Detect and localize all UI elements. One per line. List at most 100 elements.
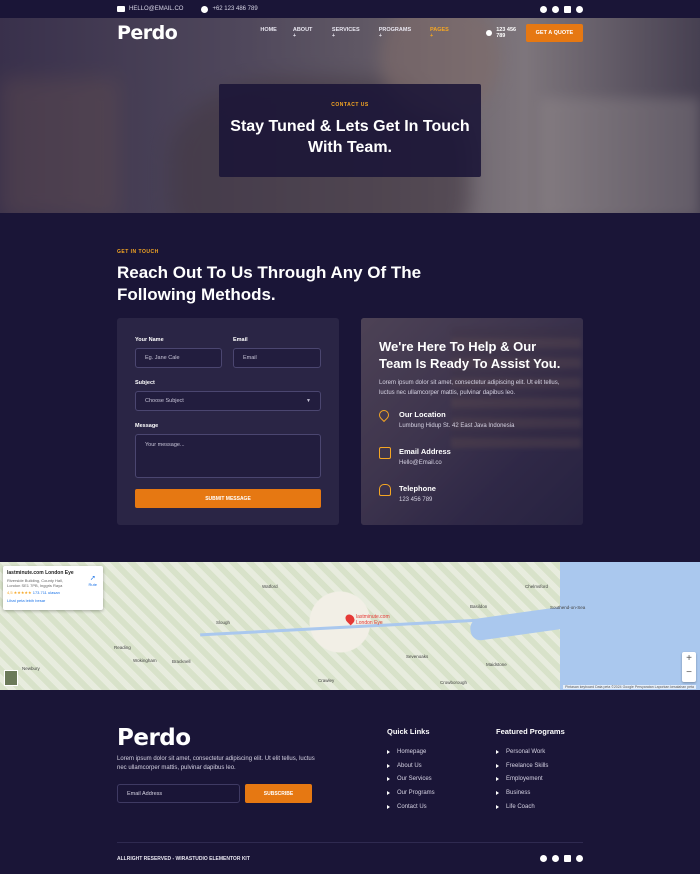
info-telephone-value[interactable]: 123 456 789 <box>399 497 432 503</box>
map-reviews-link[interactable]: 173.711 ulasan <box>33 590 60 595</box>
footer-link[interactable]: Business <box>496 786 565 800</box>
twitter-icon[interactable] <box>552 855 559 862</box>
logo[interactable]: Perdo <box>117 22 178 44</box>
footer-link[interactable]: Contact Us <box>387 800 435 814</box>
map-label: Slough <box>216 620 231 625</box>
email-label: Email <box>233 337 248 343</box>
submit-message-button[interactable]: SUBMIT MESSAGE <box>135 489 321 508</box>
subject-select[interactable]: Choose Subject ▼ <box>135 391 321 411</box>
name-placeholder: Eg. Jane Cale <box>145 355 180 361</box>
youtube-icon[interactable] <box>564 5 571 13</box>
caret-right-icon <box>387 790 390 795</box>
map-label: Crawley <box>318 678 335 683</box>
directions-icon: ➚ <box>89 575 96 582</box>
quick-links: Quick Links Homepage About Us Our Servic… <box>387 727 435 813</box>
pinterest-icon[interactable] <box>576 855 583 862</box>
map-label: Wokingham <box>133 658 157 663</box>
map-layer-toggle[interactable] <box>4 670 18 686</box>
map-zoom-controls: + − <box>682 652 696 682</box>
name-input[interactable]: Eg. Jane Cale <box>135 348 222 368</box>
newsletter-email-input[interactable]: Email Address <box>117 784 240 803</box>
footer-link-label: About Us <box>397 762 422 769</box>
facebook-icon[interactable] <box>540 5 547 13</box>
topbar-email[interactable]: HELLO@EMAIL.CO <box>117 6 183 12</box>
map-place-name: lastminute.com London Eye <box>7 570 74 576</box>
footer-link-label: Business <box>506 789 531 796</box>
featured-programs: Featured Programs Personal Work Freelanc… <box>496 727 565 813</box>
nav-item-home[interactable]: HOME <box>260 27 277 39</box>
email-input[interactable]: Email <box>233 348 321 368</box>
topbar-phone[interactable]: +62 123 486 789 <box>201 5 258 13</box>
topbar-phone-text: +62 123 486 789 <box>212 6 258 12</box>
quick-links-title: Quick Links <box>387 727 430 736</box>
info-text: Lorem ipsum dolor sit amet, consectetur … <box>379 380 560 396</box>
nav-phone[interactable]: 123 456 789 <box>486 27 525 39</box>
map-place-rating: 4,5 ★★★★★ 173.711 ulasan <box>7 590 99 595</box>
footer-link[interactable]: Homepage <box>387 745 435 759</box>
youtube-icon[interactable] <box>564 855 571 862</box>
contact-info-card: We're Here To Help & Our Team Is Ready T… <box>361 318 583 525</box>
nav-item-programs[interactable]: PROGRAMS + <box>379 27 414 39</box>
twitter-icon[interactable] <box>552 5 559 13</box>
main-nav: Perdo HOME ABOUT + SERVICES + PROGRAMS +… <box>117 22 583 44</box>
topbar-social <box>540 5 583 13</box>
featured-programs-title: Featured Programs <box>496 727 565 736</box>
footer-link[interactable]: Life Coach <box>496 800 565 814</box>
nav-item-services[interactable]: SERVICES + <box>332 27 363 39</box>
pinterest-icon[interactable] <box>576 5 583 13</box>
footer-link-label: Freelance Skills <box>506 762 549 769</box>
map-embed[interactable]: Watford Slough Reading Wokingham Brackne… <box>0 562 700 690</box>
footer-logo[interactable]: Perdo <box>117 725 191 751</box>
map-label: Maidstone <box>486 662 507 667</box>
info-telephone-title: Telephone <box>399 484 436 493</box>
hero-title: Stay Tuned & Lets Get In Touch With Team… <box>230 118 470 156</box>
map-label: Bracknell <box>172 659 191 664</box>
name-label: Your Name <box>135 337 164 343</box>
map-label: Reading <box>114 645 131 650</box>
zoom-out-icon[interactable]: − <box>682 666 696 680</box>
newsletter-placeholder: Email Address <box>127 790 163 797</box>
get-quote-button[interactable]: GET A QUOTE <box>525 24 583 42</box>
footer-link[interactable]: About Us <box>387 759 435 773</box>
nav-item-pages[interactable]: PAGES + <box>430 27 452 39</box>
footer-social <box>540 855 583 862</box>
hero-title-box: CONTACT US Stay Tuned & Lets Get In Touc… <box>219 84 481 177</box>
info-location-title: Our Location <box>399 410 446 419</box>
subject-value: Choose Subject <box>145 398 184 404</box>
map-attribution: Pintasan keyboard Data peta ©2024 Google… <box>563 685 696 689</box>
footer-link-label: Life Coach <box>506 803 535 810</box>
facebook-icon[interactable] <box>540 855 547 862</box>
nav-item-about[interactable]: ABOUT + <box>293 27 316 39</box>
map-label: Sevenoaks <box>406 654 429 659</box>
map-route-button[interactable]: ➚ Rute <box>89 574 97 587</box>
footer-link[interactable]: Freelance Skills <box>496 759 565 773</box>
map-route-label: Rute <box>88 582 97 587</box>
zoom-in-icon[interactable]: + <box>682 652 696 666</box>
caret-right-icon <box>496 804 499 809</box>
footer-link-label: Our Programs <box>397 789 435 796</box>
footer-link[interactable]: Our Services <box>387 772 435 786</box>
subscribe-button[interactable]: SUBSCRIBE <box>245 784 312 803</box>
footer-link[interactable]: Our Programs <box>387 786 435 800</box>
map-label: Chelmsford <box>525 584 549 589</box>
envelope-icon <box>379 447 391 459</box>
caret-right-icon <box>387 763 390 768</box>
caret-right-icon <box>387 804 390 809</box>
info-email-value[interactable]: Hello@Email.co <box>399 460 442 466</box>
map-larger-link[interactable]: Lihat peta lebih besar <box>7 598 99 603</box>
caret-right-icon <box>496 763 499 768</box>
chevron-down-icon: ▼ <box>306 398 311 404</box>
map-label: Watford <box>262 584 278 589</box>
nav-menu: HOME ABOUT + SERVICES + PROGRAMS + PAGES… <box>260 27 452 39</box>
footer-link[interactable]: Employement <box>496 772 565 786</box>
footer-description: Lorem ipsum dolor sit amet, consectetur … <box>117 756 315 771</box>
info-email-title: Email Address <box>399 447 451 456</box>
footer-link[interactable]: Personal Work <box>496 745 565 759</box>
copyright: ALLRIGHT RESERVED - WIRASTUDIO ELEMENTOR… <box>117 856 250 862</box>
section-title: Reach Out To Us Through Any Of The Follo… <box>117 263 422 304</box>
info-location-value: Lumbung Hidup St. 42 East Java Indonesia <box>399 423 515 429</box>
footer-divider <box>117 842 583 843</box>
map-label: Southend-on-Sea <box>550 605 586 610</box>
message-textarea[interactable]: Your message... <box>135 434 321 478</box>
footer-link-label: Contact Us <box>397 803 427 810</box>
